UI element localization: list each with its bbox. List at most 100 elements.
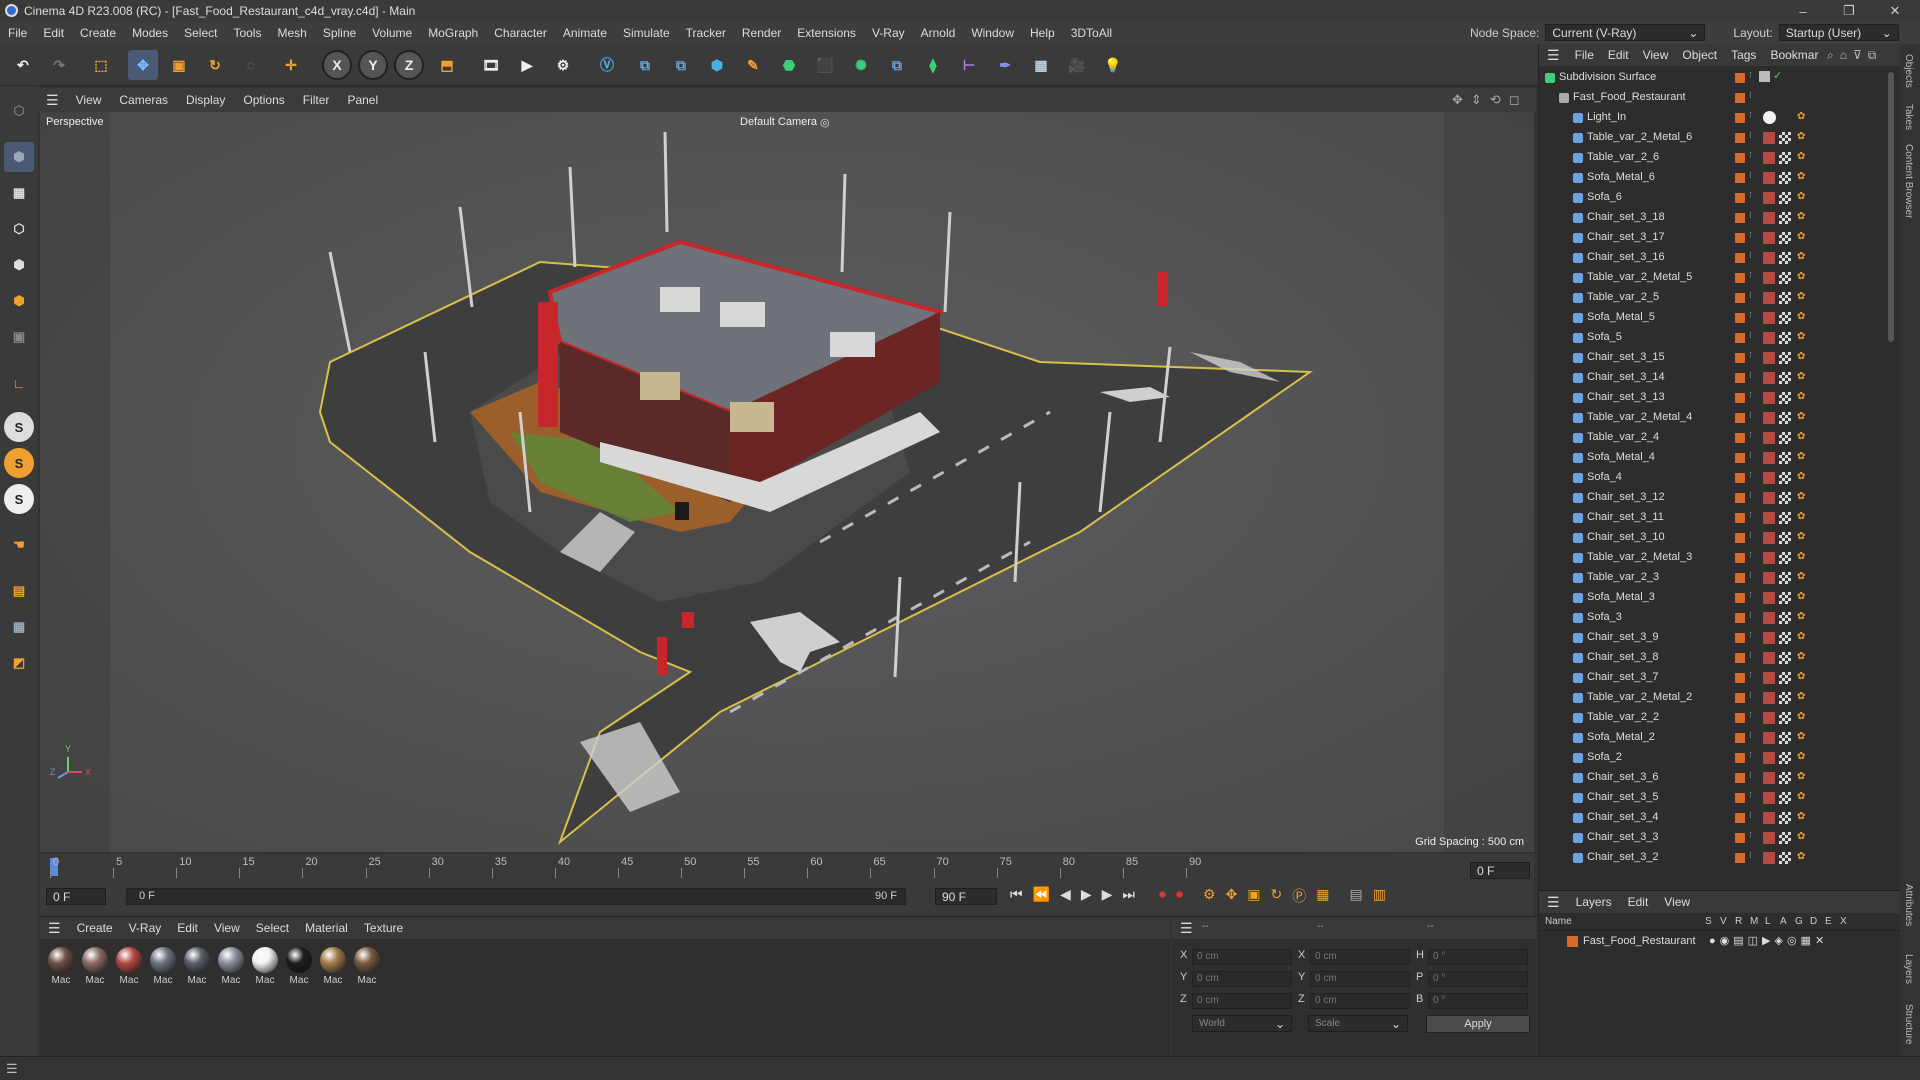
material-swatch[interactable]: Mac <box>216 947 246 986</box>
layout-dropdown[interactable]: Startup (User) ⌄ <box>1778 24 1899 41</box>
rotate-icon[interactable]: ↻ <box>200 50 230 80</box>
visibility-dots-icon[interactable]: ⁝ <box>1749 210 1752 221</box>
visibility-dots-icon[interactable]: ⁝ <box>1749 290 1752 301</box>
layer-color-tag[interactable] <box>1735 593 1745 603</box>
layer-color-tag[interactable] <box>1735 213 1745 223</box>
visibility-dots-icon[interactable]: ⁝ <box>1749 810 1752 821</box>
vray-tag-icon[interactable]: ✿ <box>1797 771 1805 782</box>
render-region-icon[interactable]: 🎞 <box>476 50 506 80</box>
subdivision-icon[interactable]: ⬣ <box>774 50 804 80</box>
visibility-dots-icon[interactable]: ⁝ <box>1749 270 1752 281</box>
points-mode-icon[interactable]: ⬡ <box>4 214 34 244</box>
tweak-icon[interactable]: ☚ <box>4 530 34 560</box>
checkbox-icon[interactable] <box>1759 71 1770 82</box>
checker-tag-icon[interactable] <box>1779 152 1791 164</box>
menu-item-mograph[interactable]: MoGraph <box>420 26 486 40</box>
menu-item-3dtoall[interactable]: 3DToAll <box>1063 26 1120 40</box>
checker-tag-icon[interactable] <box>1779 792 1791 804</box>
texture-tag-icon[interactable] <box>1763 532 1775 544</box>
layer-color-tag[interactable] <box>1735 453 1745 463</box>
layer-color-tag[interactable] <box>1735 313 1745 323</box>
checker-tag-icon[interactable] <box>1779 612 1791 624</box>
material-swatch[interactable]: Mac <box>46 947 76 986</box>
object-row[interactable]: Chair_set_3_11 ⁝ ✿ <box>1539 508 1884 528</box>
object-row[interactable]: Sofa_Metal_5 ⁝ ✿ <box>1539 308 1884 328</box>
checker-tag-icon[interactable] <box>1779 712 1791 724</box>
coords-scale-dropdown[interactable]: Scale ⌄ <box>1308 1015 1408 1032</box>
viewport-menu-view[interactable]: View <box>67 93 111 107</box>
checker-tag-icon[interactable] <box>1779 292 1791 304</box>
layer-color-tag[interactable] <box>1735 253 1745 263</box>
checker-tag-icon[interactable] <box>1779 572 1791 584</box>
vray-tag-icon[interactable]: ✿ <box>1797 111 1805 122</box>
layer-color-tag[interactable] <box>1735 733 1745 743</box>
position-field[interactable]: 0 cm <box>1192 949 1292 965</box>
menu-item-select[interactable]: Select <box>176 26 225 40</box>
size-field[interactable]: 0 cm <box>1310 971 1410 987</box>
spline-pen-icon[interactable]: ✒ <box>990 50 1020 80</box>
menu-item-tracker[interactable]: Tracker <box>678 26 734 40</box>
menu-item-volume[interactable]: Volume <box>364 26 420 40</box>
layer-menu-layers[interactable]: Layers <box>1568 895 1620 909</box>
menu-item-help[interactable]: Help <box>1022 26 1063 40</box>
go-to-end-icon[interactable]: ⏭ <box>1122 886 1135 906</box>
vray-tag-icon[interactable]: ✿ <box>1797 691 1805 702</box>
layer-menu-edit[interactable]: Edit <box>1620 895 1657 909</box>
render-settings-icon[interactable]: ⚙ <box>548 50 578 80</box>
object-menu-bookmar[interactable]: Bookmar <box>1763 48 1825 62</box>
menu-item-extensions[interactable]: Extensions <box>789 26 864 40</box>
texture-tag-icon[interactable] <box>1763 632 1775 644</box>
timeline-window-icon[interactable]: ▤ <box>1350 886 1363 906</box>
object-row[interactable]: Chair_set_3_14 ⁝ ✿ <box>1539 368 1884 388</box>
vray-tag-icon[interactable]: ✿ <box>1797 551 1805 562</box>
texture-tag-icon[interactable] <box>1763 772 1775 784</box>
object-row[interactable]: Chair_set_3_13 ⁝ ✿ <box>1539 388 1884 408</box>
visibility-dots-icon[interactable]: ⁝ <box>1749 390 1752 401</box>
object-row[interactable]: Sofa_4 ⁝ ✿ <box>1539 468 1884 488</box>
coordinate-system-icon[interactable]: ⬒ <box>432 50 462 80</box>
vray-tag-icon[interactable]: ✿ <box>1797 671 1805 682</box>
checker-tag-icon[interactable] <box>1779 192 1791 204</box>
texture-tag-icon[interactable] <box>1763 432 1775 444</box>
vray-tag-icon[interactable]: ✿ <box>1797 291 1805 302</box>
checker-tag-icon[interactable] <box>1779 272 1791 284</box>
material-swatch[interactable]: Mac <box>250 947 280 986</box>
search-icon[interactable]: ⌕ <box>1827 48 1834 63</box>
object-row[interactable]: Light_In ⁝ ✿ <box>1539 108 1884 128</box>
material-swatch[interactable]: Mac <box>352 947 382 986</box>
menu-item-window[interactable]: Window <box>963 26 1022 40</box>
cloner-icon[interactable]: ✺ <box>846 50 876 80</box>
vray-tag-icon[interactable]: ✿ <box>1797 831 1805 842</box>
check-icon[interactable]: ✓ <box>1773 69 1782 82</box>
orbit-icon[interactable]: ⟲ <box>1490 92 1501 108</box>
texture-tag-icon[interactable] <box>1763 192 1775 204</box>
object-menu-object[interactable]: Object <box>1675 48 1724 62</box>
rotation-field[interactable]: 0 ° <box>1428 993 1528 1009</box>
object-row[interactable]: Fast_Food_Restaurant ⁝ <box>1539 88 1884 108</box>
object-row[interactable]: Chair_set_3_6 ⁝ ✿ <box>1539 768 1884 788</box>
layer-column-header[interactable]: R <box>1735 916 1742 927</box>
visibility-dots-icon[interactable]: ⁝ <box>1749 530 1752 541</box>
viewport-3d[interactable]: Perspective Default Camera ◎ Grid Spacin… <box>40 112 1534 852</box>
camera-icon[interactable]: 🎥 <box>1062 50 1092 80</box>
side-tab-structure[interactable]: Structure <box>1903 1004 1914 1045</box>
object-row[interactable]: Sofa_2 ⁝ ✿ <box>1539 748 1884 768</box>
vray-tag-icon[interactable]: ✿ <box>1797 271 1805 282</box>
texture-tag-icon[interactable] <box>1763 152 1775 164</box>
autokey-icon[interactable]: ⏺ <box>1176 886 1183 906</box>
checker-tag-icon[interactable] <box>1779 472 1791 484</box>
layer-color-tag[interactable] <box>1735 413 1745 423</box>
layer-color-tag[interactable] <box>1735 333 1745 343</box>
checker-tag-icon[interactable] <box>1779 552 1791 564</box>
vray-tag-icon[interactable]: ✿ <box>1797 631 1805 642</box>
workplane-icon[interactable]: ▤ <box>4 576 34 606</box>
layer-color-tag[interactable] <box>1735 393 1745 403</box>
vray-tag-icon[interactable]: ✿ <box>1797 231 1805 242</box>
menu-item-tools[interactable]: Tools <box>225 26 269 40</box>
texture-tag-icon[interactable] <box>1763 292 1775 304</box>
checker-tag-icon[interactable] <box>1779 232 1791 244</box>
visibility-dots-icon[interactable]: ⁝ <box>1749 690 1752 701</box>
object-row[interactable]: Chair_set_3_17 ⁝ ✿ <box>1539 228 1884 248</box>
make-editable-icon[interactable]: ⬡ <box>4 96 34 126</box>
layer-color-tag[interactable] <box>1735 613 1745 623</box>
